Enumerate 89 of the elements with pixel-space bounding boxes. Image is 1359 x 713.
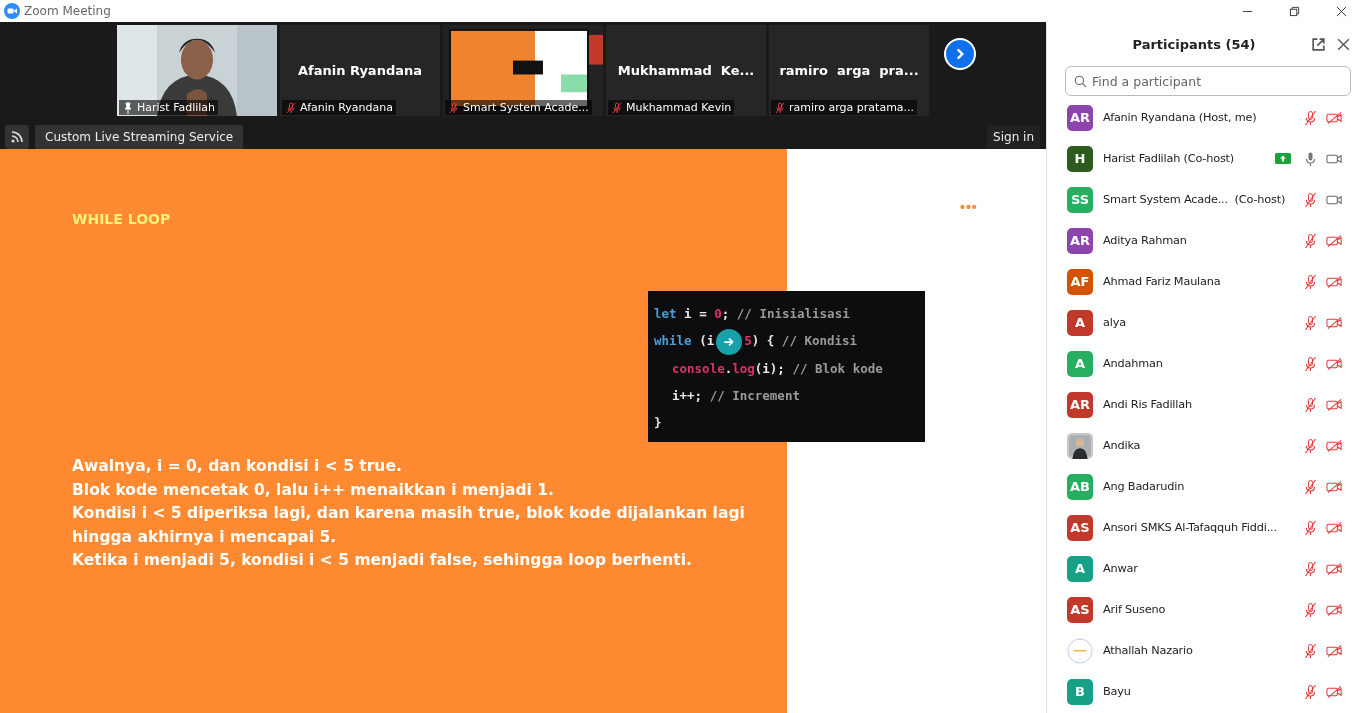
avatar: A <box>1067 350 1093 377</box>
camera-off-icon[interactable] <box>1326 560 1343 577</box>
avatar: AR <box>1067 227 1093 254</box>
sign-in-button[interactable]: Sign in <box>987 125 1040 149</box>
participant-name: Anwar <box>1103 562 1139 575</box>
close-icon[interactable] <box>1336 5 1347 17</box>
muted-mic-icon[interactable] <box>1302 109 1319 126</box>
participant-name: Mukhammad Ke... <box>616 63 756 78</box>
participant-name: Afanin Ryandana (Host, me) <box>1103 111 1258 124</box>
window-title: Zoom Meeting <box>24 4 111 18</box>
restore-icon[interactable] <box>1289 5 1300 17</box>
muted-mic-icon[interactable] <box>1302 642 1319 659</box>
muted-mic-icon[interactable] <box>1302 273 1319 290</box>
camera-off-icon[interactable] <box>1326 314 1343 331</box>
avatar: AS <box>1067 596 1093 623</box>
participant-name: Bayu <box>1103 685 1132 698</box>
muted-mic-icon[interactable] <box>1302 232 1319 249</box>
camera-off-icon[interactable] <box>1326 232 1343 249</box>
avatar: A <box>1067 555 1093 582</box>
slide-text: Kondisi i < 5 diperiksa lagi, dan karena masih true, blok kode dijalankan lagi hingga akhirnya i mencapai 5. <box>72 503 746 548</box>
participant-name: Ahmad Fariz Maulana <box>1103 275 1222 288</box>
muted-mic-icon[interactable] <box>1302 560 1319 577</box>
avatar: B <box>1067 678 1093 705</box>
avatar: AS <box>1067 514 1093 541</box>
muted-mic-icon[interactable] <box>1302 396 1319 413</box>
name-label: Smart System Acade... <box>445 100 592 115</box>
logo-avatar-icon <box>1067 637 1093 664</box>
participant-name: Harist Fadlilah (Co-host) <box>1103 152 1236 165</box>
participant-name: Ang Badarudin <box>1103 480 1186 493</box>
app-logo-icon <box>4 3 20 19</box>
camera-off-icon[interactable] <box>1326 642 1343 659</box>
avatar: AF <box>1067 268 1093 295</box>
code-block: let i = 0; // Inisialisasi while (i 5) { // Kondisi console.log(i); // Blok kode i++; // Increment } <box>648 291 925 442</box>
participant-name: Arif Suseno <box>1103 603 1167 616</box>
avatar: A <box>1067 309 1093 336</box>
participant-name: alya <box>1103 316 1127 329</box>
muted-mic-icon[interactable] <box>1302 519 1319 536</box>
camera-off-icon[interactable] <box>1326 109 1343 126</box>
camera-off-icon[interactable] <box>1326 519 1343 536</box>
slide-text: Awalnya, i = 0, dan kondisi i < 5 true. <box>72 456 403 477</box>
muted-mic-icon[interactable] <box>1302 314 1319 331</box>
camera-off-icon[interactable] <box>1326 437 1343 454</box>
participant-name: ramiro arga pra... <box>778 63 920 78</box>
muted-mic-icon[interactable] <box>1302 478 1319 495</box>
next-page-button[interactable] <box>944 38 976 70</box>
participant-name: Athallah Nazario <box>1103 644 1194 657</box>
camera-off-icon[interactable] <box>1326 273 1343 290</box>
name-label: ramiro arga pratama... <box>771 100 918 115</box>
streaming-label: Custom Live Streaming Service <box>35 125 244 149</box>
participant-name: Aditya Rahman <box>1103 234 1188 247</box>
participant-name: Andi Ris Fadillah <box>1103 398 1193 411</box>
avatar: H <box>1067 145 1093 172</box>
slide-text: Blok kode mencetak 0, lalu i++ menaikkan i menjadi 1. <box>72 479 555 501</box>
participant-name: Smart System Acade... (Co-host) <box>1103 193 1287 206</box>
rss-icon <box>11 131 23 143</box>
participant-name: Andika <box>1103 439 1142 452</box>
participant-name: Afanin Ryandana <box>297 63 423 78</box>
panel-title: Participants (54) <box>1131 36 1257 52</box>
video-tile[interactable]: Mukhammad Ke... Mukhammad Kevin <box>606 25 766 116</box>
video-tile[interactable]: Afanin Ryandana Afanin Ryandana <box>280 25 440 116</box>
camera-off-icon[interactable] <box>1326 355 1343 372</box>
slide-text: Ketika i menjadi 5, kondisi i < 5 menjadi false, sehingga loop berhenti. <box>72 550 693 571</box>
camera-off-icon[interactable] <box>1326 683 1343 700</box>
muted-mic-icon[interactable] <box>1302 601 1319 618</box>
search-icon <box>1074 75 1087 88</box>
slide-heading: WHILE LOOP <box>72 211 172 227</box>
camera-off-icon[interactable] <box>1326 601 1343 618</box>
avatar: AR <box>1067 391 1093 418</box>
camera-off-icon[interactable] <box>1326 396 1343 413</box>
pop-out-icon[interactable] <box>1311 36 1326 52</box>
participant-name: Ansori SMKS Al-Tafaqquh Fiddi... <box>1103 521 1278 534</box>
pointer-cursor-icon <box>716 328 743 355</box>
avatar: AR <box>1067 104 1093 131</box>
name-label: Afanin Ryandana <box>282 100 396 115</box>
name-label: Mukhammad Kevin <box>608 100 735 115</box>
video-tile[interactable]: Harist Fadlilah <box>117 25 277 116</box>
avatar: SS <box>1067 186 1093 213</box>
muted-mic-icon[interactable] <box>1302 437 1319 454</box>
muted-mic-icon[interactable] <box>1302 191 1319 208</box>
muted-mic-icon[interactable] <box>1302 355 1319 372</box>
broadcast-button[interactable] <box>5 125 29 149</box>
avatar: AB <box>1067 473 1093 500</box>
close-icon[interactable] <box>1336 36 1351 52</box>
participant-name: Andahman <box>1103 357 1164 370</box>
muted-mic-icon[interactable] <box>1302 683 1319 700</box>
name-label: Harist Fadlilah <box>119 100 219 115</box>
search-field[interactable]: Find a participant <box>1065 66 1351 96</box>
video-tile[interactable]: ramiro arga pra... ramiro arga pratama... <box>769 25 929 116</box>
camera-off-icon[interactable] <box>1326 478 1343 495</box>
